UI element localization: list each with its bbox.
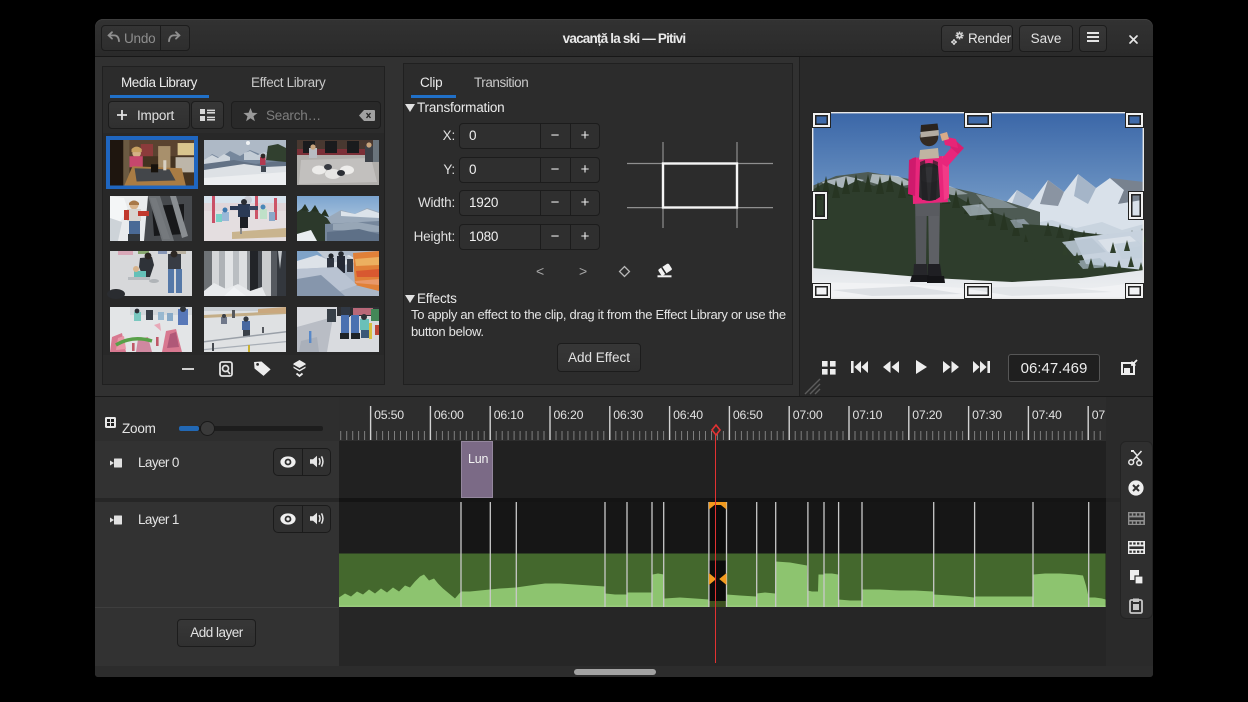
svg-text:05:50: 05:50	[374, 408, 404, 422]
svg-text:07:50: 07:50	[1092, 408, 1106, 422]
svg-text:06:50: 06:50	[733, 408, 763, 422]
svg-text:06:10: 06:10	[494, 408, 524, 422]
svg-text:07:20: 07:20	[912, 408, 942, 422]
svg-text:07:00: 07:00	[793, 408, 823, 422]
svg-text:07:10: 07:10	[853, 408, 883, 422]
svg-text:07:40: 07:40	[1032, 408, 1062, 422]
svg-text:06:20: 06:20	[554, 408, 584, 422]
svg-text:06:00: 06:00	[434, 408, 464, 422]
svg-text:06:30: 06:30	[613, 408, 643, 422]
svg-text:06:40: 06:40	[673, 408, 703, 422]
svg-text:07:30: 07:30	[972, 408, 1002, 422]
